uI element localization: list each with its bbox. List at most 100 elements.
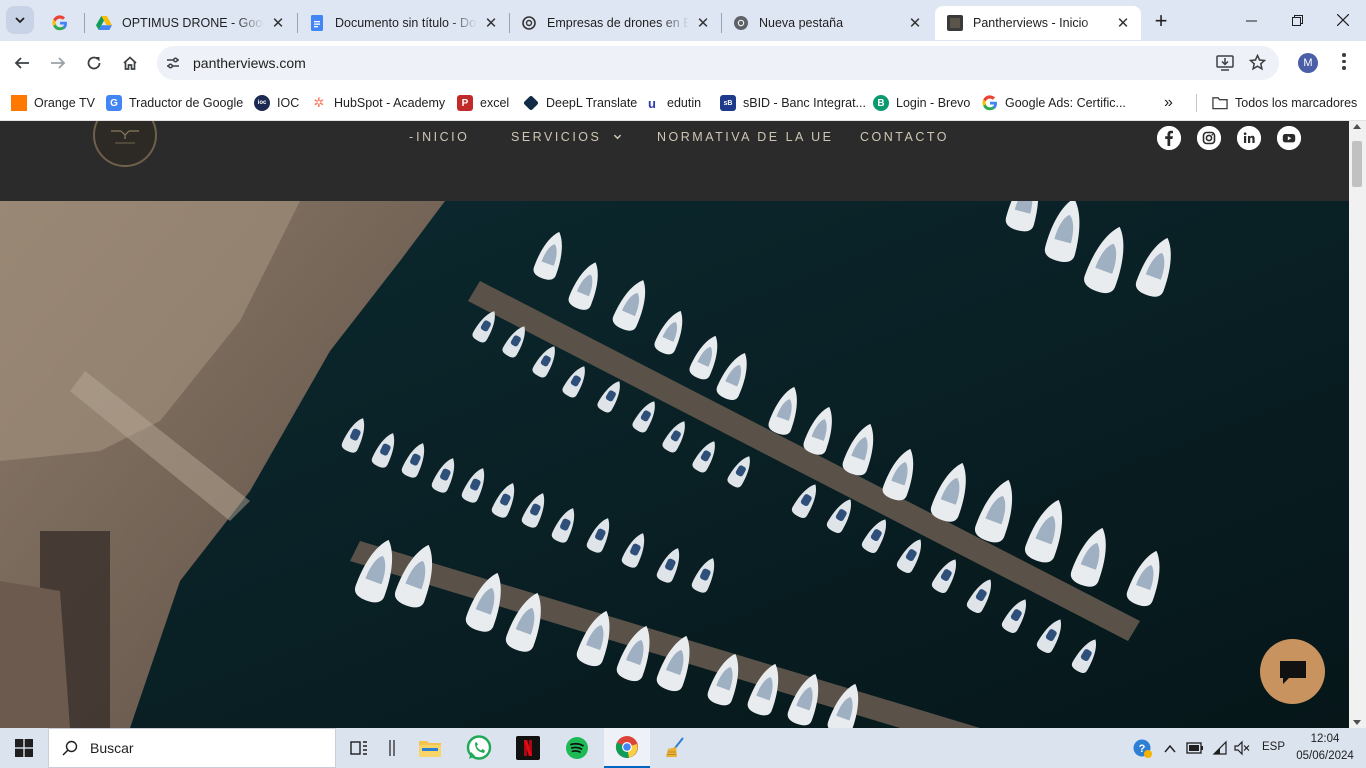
youtube-icon[interactable] (1277, 126, 1301, 150)
tab-search-button[interactable] (6, 6, 34, 34)
close-tab-icon[interactable]: ✕ (268, 13, 288, 33)
restore-button[interactable] (1274, 0, 1320, 40)
cleaner-app-button[interactable] (655, 733, 695, 763)
help-icon[interactable]: ? (1133, 739, 1153, 764)
spotify-button[interactable] (557, 733, 597, 763)
tab-optimus-drive[interactable]: OPTIMUS DRONE - Google Drive ✕ (84, 6, 296, 40)
google-drive-icon (96, 15, 112, 31)
whatsapp-icon (466, 735, 492, 760)
whatsapp-button[interactable] (459, 733, 499, 763)
address-bar[interactable]: pantherviews.com (157, 46, 1279, 80)
bookmark-star-icon[interactable] (1248, 53, 1267, 76)
folder-icon (419, 741, 441, 757)
spotify-icon (566, 737, 588, 759)
divider-icon (389, 740, 395, 756)
nav-label: NORMATIVA DE LA UE (657, 130, 834, 144)
home-button[interactable] (115, 48, 145, 78)
bookmark-google-ads[interactable]: Google Ads: Certific... (982, 92, 1126, 114)
restore-icon (1291, 14, 1303, 26)
close-tab-icon[interactable]: ✕ (1113, 13, 1133, 33)
bookmarks-divider (1196, 94, 1197, 112)
facebook-icon[interactable] (1157, 126, 1181, 150)
windows-taskbar: Buscar ? ESP 12:04 05/06/2024 (0, 728, 1366, 768)
bookmark-orange-tv[interactable]: Orange TV (11, 92, 95, 114)
deepl-icon (523, 95, 539, 111)
clock-date: 05/06/2024 (1296, 750, 1354, 762)
tab-nueva-pestana[interactable]: Nueva pestaña ✕ (721, 6, 933, 40)
nav-label: INICIO (416, 130, 470, 144)
scroll-up-arrow[interactable] (1353, 124, 1361, 129)
file-explorer-button[interactable] (410, 733, 450, 763)
hero-marina-aerial-image (0, 201, 1349, 728)
nav-inicio[interactable]: - INICIO (409, 130, 469, 144)
scroll-thumb[interactable] (1352, 141, 1362, 187)
netflix-button[interactable] (508, 733, 548, 763)
tab-google[interactable] (40, 6, 84, 40)
bookmark-label: sBID - Banc Integrat... (743, 96, 866, 110)
tab-pantherviews[interactable]: Pantherviews - Inicio ✕ (935, 6, 1141, 40)
start-button[interactable] (4, 733, 44, 763)
widgets-button[interactable] (372, 733, 412, 763)
orange-tv-icon (11, 95, 27, 111)
taskbar-search[interactable]: Buscar (48, 728, 336, 768)
bookmark-brevo[interactable]: B Login - Brevo (873, 92, 970, 114)
browser-toolbar: pantherviews.com M (0, 41, 1366, 85)
menu-button[interactable] (1335, 53, 1353, 73)
chrome-taskbar-button[interactable] (604, 728, 650, 768)
minimize-button[interactable] (1228, 0, 1274, 40)
instagram-icon[interactable] (1197, 126, 1221, 150)
reload-button[interactable] (79, 48, 109, 78)
search-placeholder: Buscar (90, 740, 134, 756)
tab-documento[interactable]: Documento sin título - Documentos de Goo… (297, 6, 509, 40)
forward-button[interactable] (43, 48, 73, 78)
clock[interactable]: 12:04 05/06/2024 (1290, 731, 1360, 765)
bookmark-edutin[interactable]: u edutin (644, 92, 701, 114)
nav-normativa[interactable]: NORMATIVA DE LA UE (657, 130, 834, 144)
all-bookmarks-button[interactable]: Todos los marcadores (1212, 92, 1357, 114)
bookmark-ioc[interactable]: ioc IOC (254, 92, 299, 114)
install-app-icon[interactable] (1216, 55, 1234, 76)
profile-avatar[interactable]: M (1298, 53, 1318, 73)
chat-button[interactable] (1260, 639, 1325, 704)
close-tab-icon[interactable]: ✕ (693, 13, 713, 33)
double-chevron-right-icon: » (1164, 94, 1173, 111)
more-bookmarks-button[interactable]: » (1164, 92, 1173, 114)
back-button[interactable] (7, 48, 37, 78)
close-window-button[interactable] (1320, 0, 1366, 40)
bookmark-traductor[interactable]: G Traductor de Google (106, 92, 243, 114)
bookmark-label: Orange TV (34, 96, 95, 110)
nav-contacto[interactable]: CONTACTO (860, 130, 949, 144)
active-marker: - (409, 130, 414, 144)
language-indicator[interactable]: ESP (1262, 741, 1285, 753)
chatgpt-icon (521, 15, 537, 31)
nav-servicios[interactable]: SERVICIOS (511, 130, 622, 144)
scroll-down-arrow[interactable] (1353, 720, 1361, 725)
site-settings-icon[interactable] (165, 55, 181, 76)
wifi-icon[interactable] (1212, 740, 1228, 761)
bookmark-label: IOC (277, 96, 300, 110)
home-icon (123, 56, 137, 70)
nav-label: SERVICIOS (511, 130, 602, 144)
google-translate-icon: G (106, 95, 122, 111)
bookmark-hubspot[interactable]: ✲ HubSpot - Academy (311, 92, 446, 114)
url-text[interactable]: pantherviews.com (193, 55, 306, 71)
linkedin-icon[interactable] (1237, 126, 1261, 150)
bookmark-deepl[interactable]: DeepL Translate (523, 92, 637, 114)
bookmark-excel[interactable]: P excel (457, 92, 509, 114)
bookmark-label: Login - Brevo (896, 96, 971, 110)
tab-title: Pantherviews - Inicio (973, 16, 1089, 30)
bookmark-label: excel (480, 96, 510, 110)
new-tab-button[interactable]: + (1148, 8, 1174, 34)
chrome-icon (615, 736, 638, 758)
tab-empresas-drones[interactable]: Empresas de drones en Bilbao ✕ (509, 6, 721, 40)
pantherviews-logo[interactable] (93, 121, 157, 167)
close-tab-icon[interactable]: ✕ (481, 13, 501, 33)
tray-chevron-up-icon[interactable] (1164, 741, 1176, 759)
bookmark-label: Traductor de Google (129, 96, 244, 110)
battery-icon[interactable] (1186, 741, 1204, 760)
arrow-left-icon (14, 57, 29, 69)
page-scrollbar[interactable] (1349, 121, 1366, 728)
volume-muted-icon[interactable] (1234, 740, 1250, 761)
bookmark-sbid[interactable]: sB sBID - Banc Integrat... (720, 92, 866, 114)
close-tab-icon[interactable]: ✕ (905, 13, 925, 33)
